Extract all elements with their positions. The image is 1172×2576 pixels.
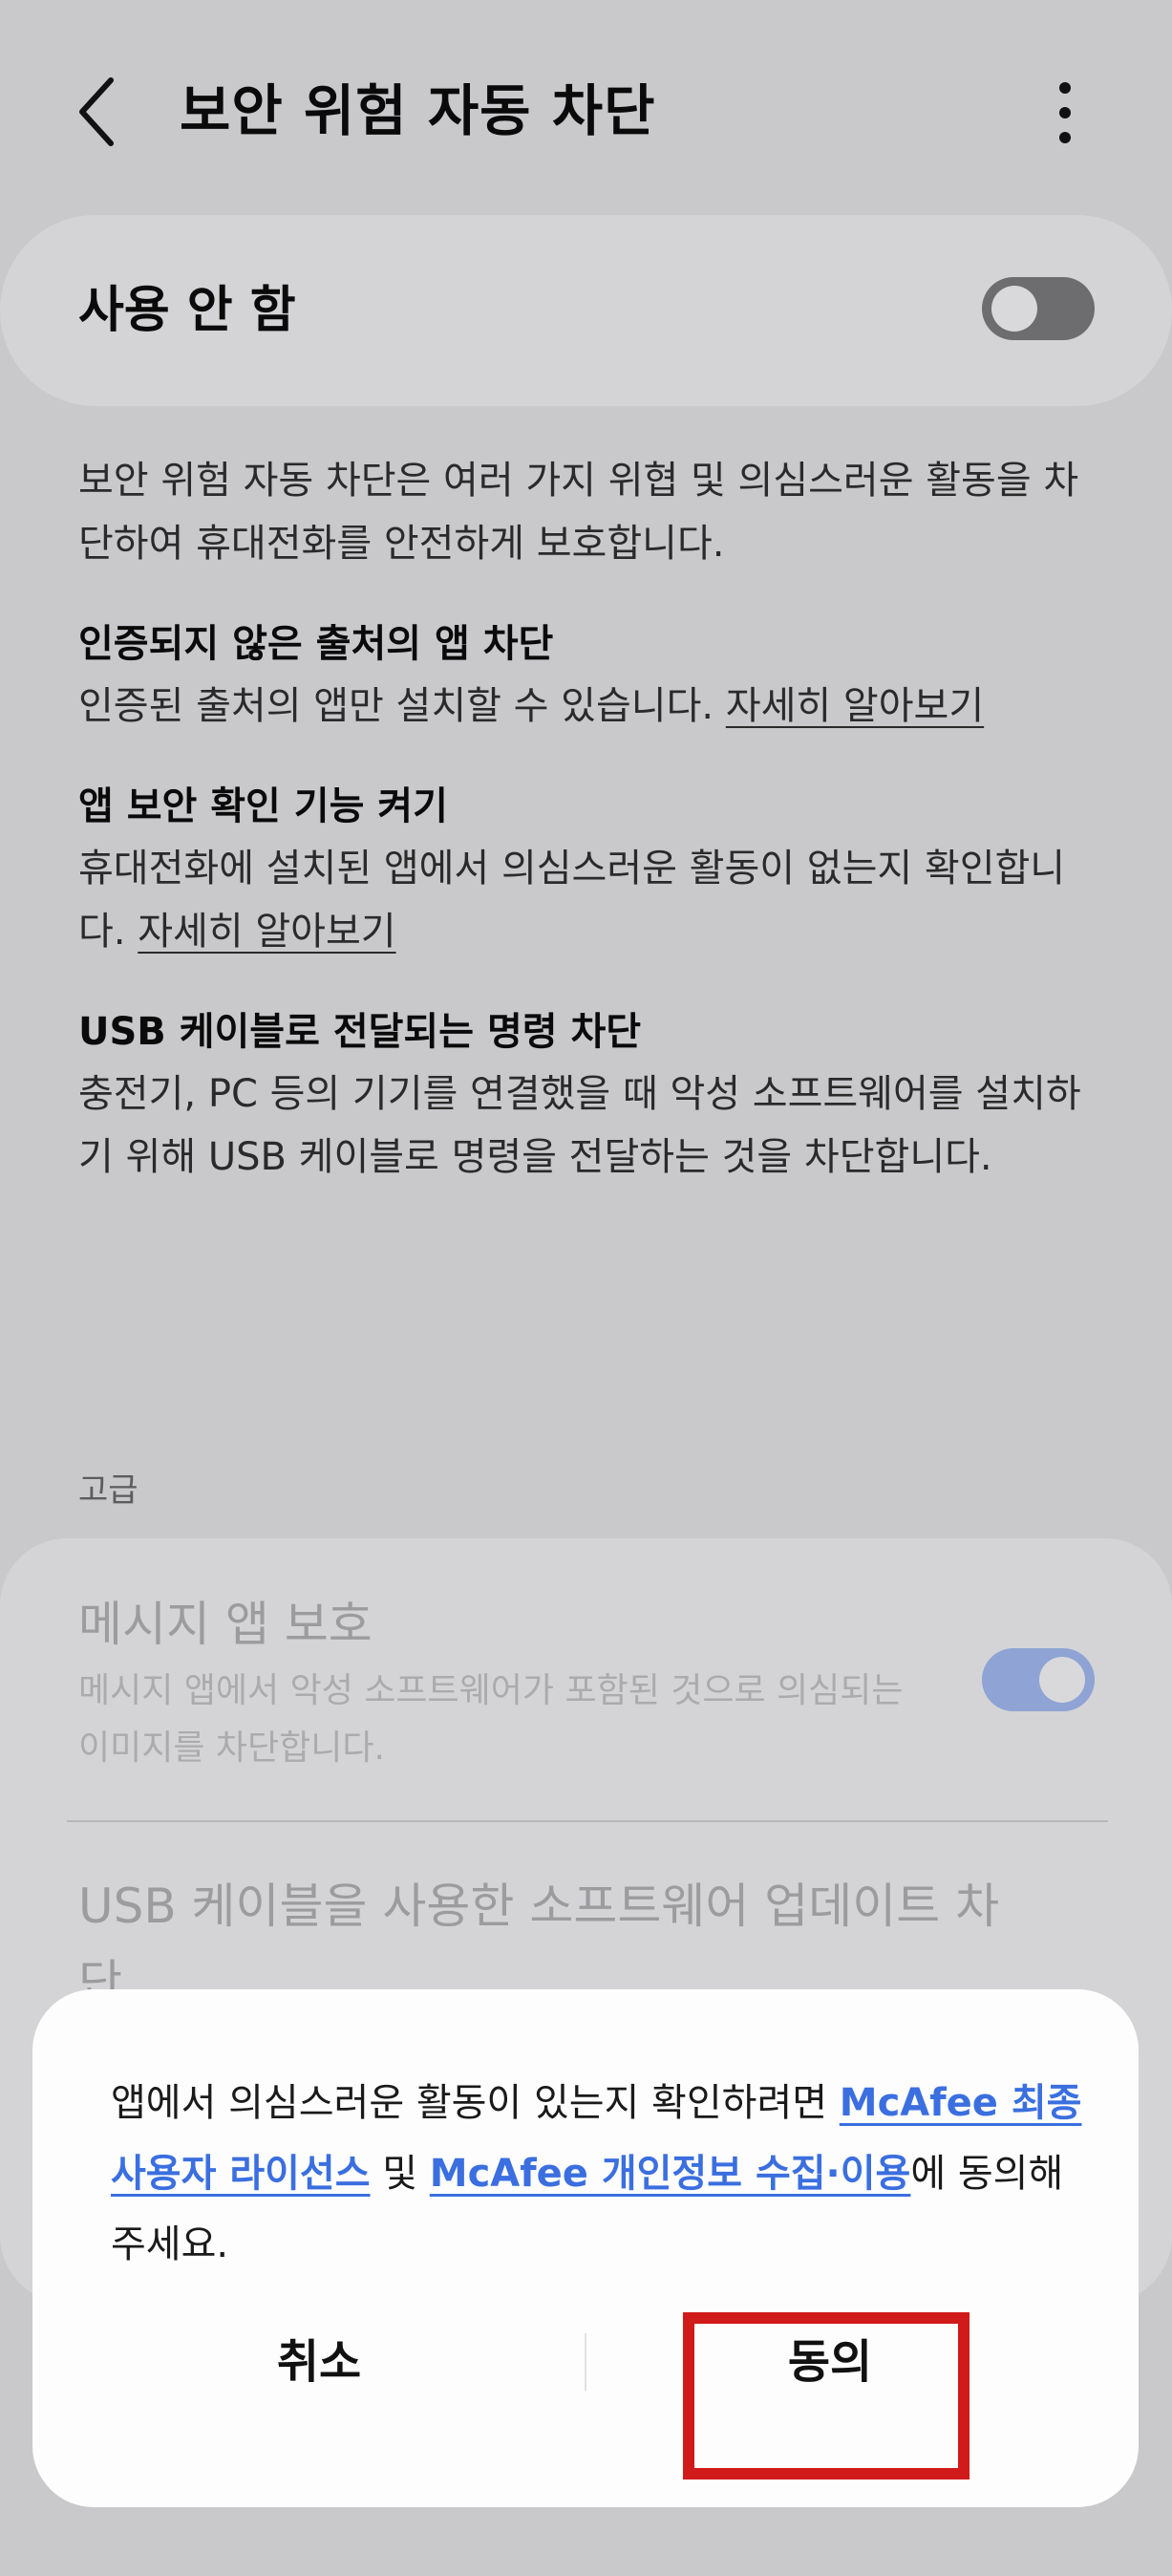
- feature-item: 앱 보안 확인 기능 켜기 휴대전화에 설치된 앱에서 의심스러운 활동이 없는…: [78, 776, 1110, 963]
- section-label-advanced: 고급: [78, 1471, 139, 1510]
- more-vertical-icon: [1059, 82, 1071, 143]
- toggle-knob: [1039, 1657, 1085, 1703]
- feature-title: USB 케이블로 전달되는 명령 차단: [78, 1010, 642, 1054]
- back-button[interactable]: [67, 69, 134, 155]
- message-app-protection-title: 메시지 앱 보호: [78, 1597, 373, 1652]
- learn-more-link[interactable]: 자세히 알아보기: [726, 684, 984, 728]
- consent-dialog: 앱에서 의심스러운 활동이 있는지 확인하려면 McAfee 최종 사용자 라이…: [32, 1989, 1139, 2507]
- toggle-knob: [991, 286, 1037, 332]
- mcafee-privacy-link[interactable]: McAfee 개인정보 수집·이용: [430, 2152, 911, 2196]
- dialog-text-before: 앱에서 의심스러운 활동이 있는지 확인하려면: [111, 2081, 840, 2125]
- feature-item: USB 케이블로 전달되는 명령 차단 충전기, PC 등의 기기를 연결했을 …: [78, 1001, 1110, 1189]
- intro-description: 보안 위험 자동 차단은 여러 가지 위협 및 의심스러운 활동을 차단하여 휴…: [78, 459, 1079, 566]
- page-title: 보안 위험 자동 차단: [180, 78, 656, 143]
- feature-desc: 충전기, PC 등의 기기를 연결했을 때 악성 소프트웨어를 설치하기 위해 …: [78, 1072, 1081, 1179]
- message-app-protection-desc: 메시지 앱에서 악성 소프트웨어가 포함된 것으로 의심되는 이미지를 차단합니…: [78, 1671, 904, 1768]
- highlight-annotation-box: [683, 2312, 970, 2479]
- master-toggle-label: 사용 안 함: [78, 282, 296, 339]
- consent-dialog-message: 앱에서 의심스러운 활동이 있는지 확인하려면 McAfee 최종 사용자 라이…: [111, 2068, 1085, 2280]
- feature-desc: 인증된 출처의 앱만 설치할 수 있습니다.: [78, 684, 726, 728]
- more-options-button[interactable]: [1041, 75, 1089, 151]
- cancel-button[interactable]: 취소: [90, 2305, 548, 2419]
- dialog-text-mid: 및: [370, 2152, 430, 2196]
- feature-item: 인증되지 않은 출처의 앱 차단 인증된 출처의 앱만 설치할 수 있습니다. …: [78, 613, 1110, 738]
- list-divider: [67, 1820, 1108, 1822]
- feature-description-section: 보안 위험 자동 차단은 여러 가지 위협 및 의심스러운 활동을 차단하여 휴…: [78, 449, 1110, 1189]
- chevron-left-icon: [79, 77, 114, 146]
- message-app-protection-toggle[interactable]: [982, 1648, 1095, 1711]
- feature-title: 앱 보안 확인 기능 켜기: [78, 784, 448, 828]
- learn-more-link[interactable]: 자세히 알아보기: [138, 910, 395, 954]
- master-toggle-switch[interactable]: [982, 277, 1095, 340]
- button-separator: [585, 2333, 586, 2391]
- app-header: 보안 위험 자동 차단: [0, 0, 1172, 220]
- feature-title: 인증되지 않은 출처의 앱 차단: [78, 622, 554, 666]
